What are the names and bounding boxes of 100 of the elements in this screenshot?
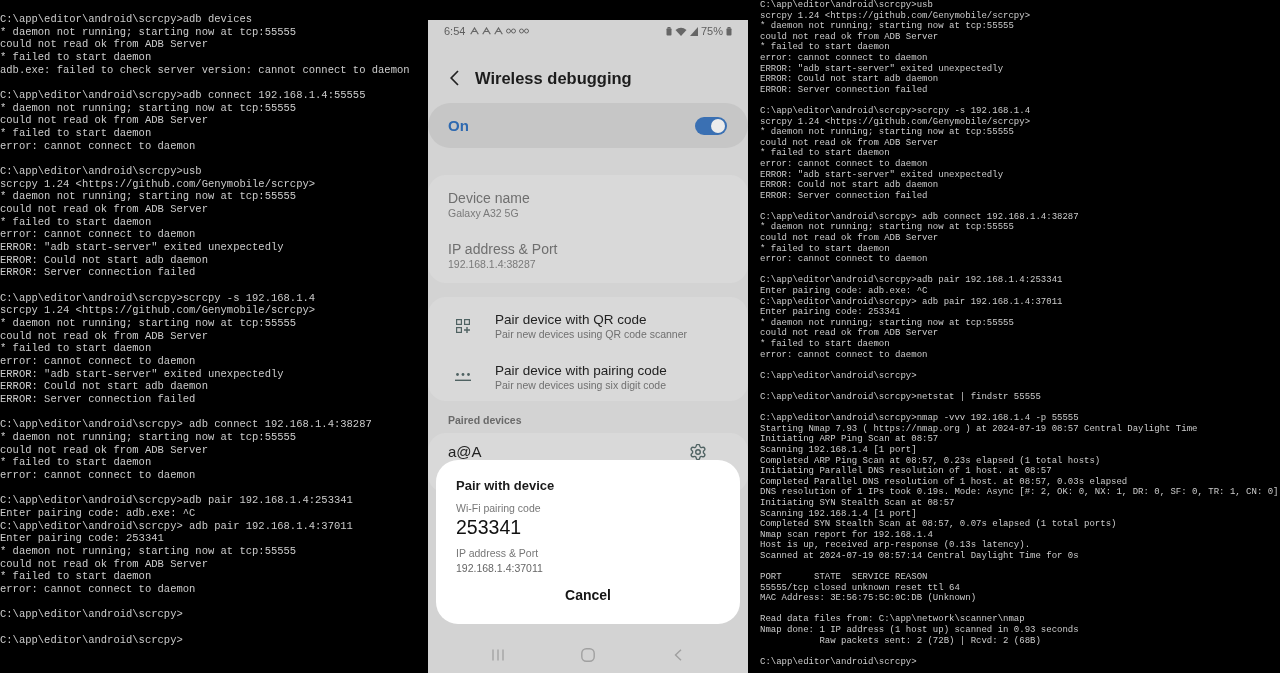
terminal-line: Scanning 192.168.1.4 [1 port]: [760, 508, 917, 519]
terminal-line: scrcpy 1.24 <https://github.com/Genymobile/scrcpy>: [760, 10, 1031, 21]
terminal-line: error: cannot connect to daemon: [0, 139, 196, 153]
voicemail-icon: [519, 28, 530, 34]
terminal-line: * daemon not running; starting now at tcp:55555: [0, 25, 297, 39]
terminal-line: error: cannot connect to daemon: [760, 349, 928, 361]
terminal-line: ERROR: Server connection failed: [760, 84, 928, 96]
terminal-line: C:\app\editor\android\scrcpy>: [760, 656, 917, 668]
terminal-line: could not read ok from ADB Server: [760, 328, 939, 339]
terminal-line: Nmap done: 1 IP address (1 host up) scanned in 0.93 seconds: [760, 625, 1079, 636]
terminal-line: * failed to start daemon: [760, 243, 890, 255]
terminal-line: could not read ok from ADB Server: [0, 203, 208, 216]
terminal-line: could not read ok from ADB Server: [0, 38, 208, 51]
cancel-button[interactable]: Cancel: [555, 581, 621, 609]
terminal-line: ERROR: Could not start adb daemon: [760, 74, 939, 85]
terminal-line: C:\app\editor\android\scrcpy>adb pair 192.168.1.4:253341: [0, 494, 353, 508]
terminal-line: error: cannot connect to daemon: [760, 254, 928, 265]
terminal-line: C:\app\editor\android\scrcpy> adb pair 192.168.1.4:37011: [760, 296, 1063, 307]
terminal-line: Enter pairing code: 253341: [760, 307, 901, 318]
signal-icon: [689, 26, 698, 36]
info-value: Galaxy A32 5G: [448, 207, 519, 220]
pairing-option-title[interactable]: Pair device with QR code: [495, 310, 647, 328]
terminal-line: error: cannot connect to daemon: [0, 469, 196, 482]
terminal-line: * daemon not running; starting now at tcp:55555: [0, 101, 297, 115]
terminal-line: C:\app\editor\android\scrcpy>scrcpy -s 192.168.1.4: [0, 291, 316, 305]
terminal-line: Raw packets sent: 2 (72B) | Rcvd: 2 (68B): [818, 635, 1041, 647]
terminal-line: ERROR: Server connection failed: [760, 190, 928, 202]
screen-title: Wireless debugging: [475, 68, 632, 89]
terminal-line: Nmap scan report for 192.168.1.4: [760, 529, 933, 540]
terminal-line: * daemon not running; starting now at tcp:55555: [760, 222, 1014, 233]
switch-label: On: [448, 116, 469, 135]
terminal-line: C:\app\editor\android\scrcpy> adb connect 192.168.1.4:38287: [760, 211, 1079, 222]
terminal-line: C:\app\editor\android\scrcpy>usb: [0, 165, 202, 178]
terminal-line: C:\app\editor\android\scrcpy>adb connect 192.168.1.4:55555: [0, 89, 366, 102]
voicemail-icon: [506, 28, 517, 34]
terminal-line: C:\app\editor\android\scrcpy>adb devices: [0, 13, 253, 26]
terminal-line: MAC Address: 3E:56:75:5C:0C:DB (Unknown): [760, 593, 977, 604]
terminal-line: * daemon not running; starting now at tcp:55555: [0, 545, 297, 558]
pairing-option-title[interactable]: Pair device with pairing code: [495, 361, 667, 379]
battery-percent: 75%: [700, 24, 723, 38]
terminal-line: Initiating Parallel DNS resolution of 1 host. at 08:57: [760, 466, 1052, 477]
terminal-line: C:\app\editor\android\scrcpy>netstat | findstr 55555: [760, 391, 1041, 403]
dialog-title: Pair with device: [456, 478, 555, 494]
terminal-line: C:\app\editor\android\scrcpy>: [0, 633, 183, 647]
terminal-line: could not read ok from ADB Server: [0, 114, 208, 128]
terminal-line: ERROR: Server connection failed: [0, 393, 196, 406]
wifi-icon: [674, 26, 687, 36]
terminal-line: * failed to start daemon: [0, 51, 152, 64]
terminal-line: error: cannot connect to daemon: [0, 228, 196, 242]
terminal-line: * daemon not running; starting now at tcp:55555: [760, 21, 1014, 32]
terminal-line: * daemon not running; starting now at tcp:55555: [760, 317, 1014, 328]
terminal-line: C:\app\editor\android\scrcpy> adb pair 192.168.1.4:37011: [0, 519, 353, 533]
terminal-line: ERROR: "adb start-server" exited unexpectedly: [0, 241, 284, 254]
terminal-line: adb.exe: failed to check server version: cannot connect to daemon: [0, 63, 410, 77]
qr-code-icon: [456, 318, 470, 333]
terminal-line: ERROR: "adb start-server" exited unexpectedly: [760, 63, 1004, 74]
ip-address: 192.168.1.4:37011: [456, 561, 543, 575]
terminal-line: * daemon not running; starting now at tcp:55555: [0, 190, 297, 204]
terminal-line: * failed to start daemon: [0, 215, 152, 229]
terminal-line: ERROR: Could not start adb daemon: [0, 253, 208, 267]
terminal-line: error: cannot connect to daemon: [0, 583, 196, 596]
terminal-line: Initiating SYN Stealth Scan at 08:57: [760, 497, 955, 509]
terminal-line: could not read ok from ADB Server: [0, 329, 208, 343]
terminal-line: Completed SYN Stealth Scan at 08:57, 0.07s elapsed (1 total ports): [760, 519, 1117, 530]
paired-device-name[interactable]: a@A: [448, 442, 482, 461]
field-label: IP address & Port: [456, 546, 539, 560]
terminal-line: * failed to start daemon: [0, 456, 152, 470]
terminal-line: could not read ok from ADB Server: [760, 233, 939, 244]
terminal-line: Scanning 192.168.1.4 [1 port]: [760, 444, 917, 456]
terminal-line: C:\app\editor\android\scrcpy> adb connect 192.168.1.4:38287: [0, 418, 372, 432]
terminal-line: Enter pairing code: adb.exe: ^C: [0, 507, 196, 520]
pairing-code: 253341: [456, 516, 522, 538]
terminal-line: C:\app\editor\android\scrcpy>scrcpy -s 192.168.1.4: [760, 105, 1031, 117]
pairing-option-subtitle: Pair new devices using six digit code: [495, 378, 666, 392]
terminal-line: DNS resolution of 1 IPs took 0.19s. Mode: Async [#: 2, OK: 0, NX: 1, DR: 0, SF: 0, TR: 1, CN: 0]: [760, 487, 1279, 498]
status-time: 6:54: [444, 24, 466, 38]
info-label: IP address & Port: [448, 241, 558, 258]
terminal-line: C:\app\editor\android\scrcpy>: [0, 608, 183, 622]
terminal-line: C:\app\editor\android\scrcpy>usb: [760, 0, 933, 11]
toggle-switch[interactable]: [695, 116, 727, 135]
terminal-line: ERROR: Server connection failed: [0, 266, 196, 280]
notification-icon: [494, 27, 504, 35]
terminal-line: * failed to start daemon: [760, 339, 890, 350]
settings-icon[interactable]: [690, 443, 706, 460]
info-label: Device name: [448, 190, 530, 207]
info-value: 192.168.1.4:38287: [448, 258, 536, 271]
terminal-line: * daemon not running; starting now at tcp:55555: [0, 431, 297, 444]
terminal-line: Completed ARP Ping Scan at 08:57, 0.23s elapsed (1 total hosts): [760, 455, 1101, 466]
terminal-line: ERROR: Could not start adb daemon: [760, 180, 939, 191]
terminal-line: Enter pairing code: adb.exe: ^C: [760, 286, 928, 297]
terminal-line: ERROR: Could not start adb daemon: [0, 380, 208, 394]
terminal-line: Initiating ARP Ping Scan at 08:57: [760, 434, 939, 445]
terminal-line: Starting Nmap 7.93 ( https://nmap.org ) at 2024-07-19 08:57 Central Daylight Time: [760, 423, 1198, 434]
terminal-line: could not read ok from ADB Server: [0, 443, 208, 457]
terminal-line: C:\app\editor\android\scrcpy>nmap -vvv 192.168.1.4 -p 55555: [760, 413, 1079, 424]
terminal-line: * daemon not running; starting now at tcp:55555: [760, 127, 1014, 138]
terminal-line: * failed to start daemon: [0, 342, 152, 356]
terminal-line: scrcpy 1.24 <https://github.com/Genymobile/scrcpy>: [0, 304, 316, 318]
terminal-line: C:\app\editor\android\scrcpy>: [760, 370, 917, 382]
terminal-line: Read data files from: C:\app\network\scanner\nmap: [760, 614, 1025, 625]
